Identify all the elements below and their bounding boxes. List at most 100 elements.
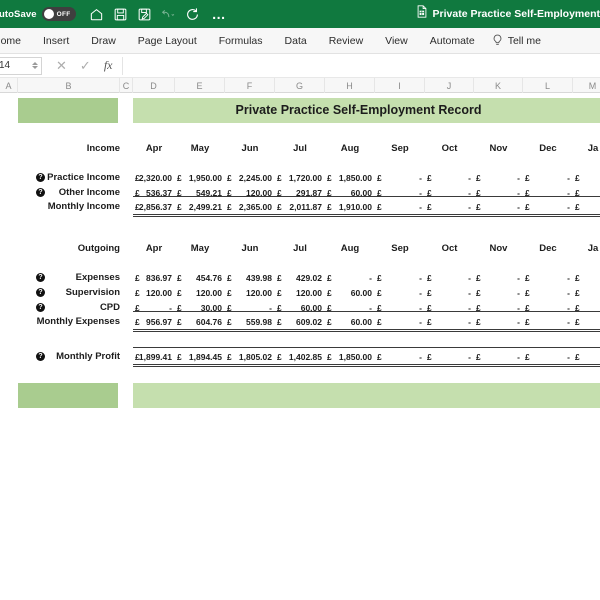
column-header-a[interactable]: A — [0, 78, 18, 93]
undo-icon[interactable] — [161, 7, 176, 22]
data-cell[interactable]: £ - — [425, 350, 474, 363]
data-cell[interactable]: £ — [573, 200, 600, 213]
data-cell[interactable]: £120.00 — [225, 286, 275, 299]
data-cell[interactable]: £ - — [523, 350, 573, 363]
ribbon-tab-formulas[interactable]: Formulas — [208, 28, 274, 54]
data-cell[interactable]: £ - — [523, 186, 573, 199]
data-cell[interactable]: £ - — [375, 186, 425, 199]
data-cell[interactable]: £ — [573, 350, 600, 363]
data-cell[interactable]: £ - — [474, 171, 523, 184]
data-cell[interactable]: £ - — [474, 186, 523, 199]
column-header-i[interactable]: I — [375, 78, 425, 93]
data-cell[interactable]: £60.00 — [325, 186, 375, 199]
data-cell[interactable]: £ - — [474, 350, 523, 363]
document-title[interactable]: Private Practice Self-Employment — [416, 0, 600, 28]
data-cell[interactable]: £549.21 — [175, 186, 225, 199]
confirm-entry-icon[interactable]: ✓ — [80, 59, 91, 72]
data-cell[interactable]: £120.00 — [175, 286, 225, 299]
data-cell[interactable]: £ - — [474, 200, 523, 213]
data-cell[interactable]: £956.97 — [133, 315, 175, 328]
data-cell[interactable]: £ — [573, 186, 600, 199]
ribbon-tab-insert[interactable]: Insert — [32, 28, 80, 54]
data-cell[interactable]: £536.37 — [133, 186, 175, 199]
data-cell[interactable]: £ - — [523, 286, 573, 299]
data-cell[interactable]: £ - — [474, 286, 523, 299]
data-cell[interactable]: £2,499.21 — [175, 200, 225, 213]
data-cell[interactable]: £ - — [225, 301, 275, 314]
data-cell[interactable]: £ - — [425, 186, 474, 199]
column-header-h[interactable]: H — [325, 78, 375, 93]
ribbon-tab-page-layout[interactable]: Page Layout — [127, 28, 208, 54]
autosave-toggle[interactable]: OFF — [41, 7, 76, 21]
data-cell[interactable]: £2,011.87 — [275, 200, 325, 213]
data-cell[interactable]: £ - — [375, 350, 425, 363]
column-header-k[interactable]: K — [474, 78, 523, 93]
column-header-d[interactable]: D — [133, 78, 175, 93]
data-cell[interactable]: £291.87 — [275, 186, 325, 199]
column-header-e[interactable]: E — [175, 78, 225, 93]
data-cell[interactable]: £ - — [425, 301, 474, 314]
data-cell[interactable]: £ — [573, 171, 600, 184]
column-header-j[interactable]: J — [425, 78, 474, 93]
data-cell[interactable]: £ - — [474, 315, 523, 328]
data-cell[interactable]: £836.97 — [133, 271, 175, 284]
data-cell[interactable]: £ - — [375, 200, 425, 213]
data-cell[interactable]: £2,245.00 — [225, 171, 275, 184]
insert-function-icon[interactable]: fx — [104, 58, 113, 73]
save-icon[interactable] — [113, 7, 128, 22]
data-cell[interactable]: £1,950.00 — [175, 171, 225, 184]
column-header-f[interactable]: F — [225, 78, 275, 93]
data-cell[interactable]: £ - — [375, 271, 425, 284]
data-cell[interactable]: £ - — [425, 171, 474, 184]
data-cell[interactable]: £ — [573, 315, 600, 328]
redo-icon[interactable] — [185, 7, 200, 22]
data-cell[interactable]: £60.00 — [325, 286, 375, 299]
column-header-m[interactable]: M — [573, 78, 600, 93]
data-cell[interactable]: £1,850.00 — [325, 171, 375, 184]
column-header-l[interactable]: L — [523, 78, 573, 93]
tell-me-button[interactable]: Tell me — [486, 28, 541, 54]
data-cell[interactable]: £ - — [523, 200, 573, 213]
data-cell[interactable]: £1,850.00 — [325, 350, 375, 363]
ribbon-tab-review[interactable]: Review — [318, 28, 374, 54]
data-cell[interactable]: £ - — [375, 301, 425, 314]
data-cell[interactable]: £ - — [375, 171, 425, 184]
data-cell[interactable]: £1,805.02 — [225, 350, 275, 363]
data-cell[interactable]: £1,894.45 — [175, 350, 225, 363]
data-cell[interactable]: £ - — [325, 271, 375, 284]
data-cell[interactable]: £120.00 — [133, 286, 175, 299]
spreadsheet-grid[interactable]: Private Practice Self-Employment Record I… — [0, 93, 600, 564]
data-cell[interactable]: £60.00 — [325, 315, 375, 328]
data-cell[interactable]: £ - — [425, 286, 474, 299]
ribbon-tab-automate[interactable]: Automate — [419, 28, 486, 54]
data-cell[interactable]: £1,899.41 — [133, 350, 175, 363]
data-cell[interactable]: £120.00 — [225, 186, 275, 199]
name-box-spinner[interactable] — [32, 62, 38, 69]
autosave-control[interactable]: AutoSave OFF — [0, 7, 76, 21]
data-cell[interactable]: £604.76 — [175, 315, 225, 328]
data-cell[interactable]: £ - — [425, 200, 474, 213]
data-cell[interactable]: £ - — [523, 271, 573, 284]
data-cell[interactable]: £454.76 — [175, 271, 225, 284]
data-cell[interactable]: £ - — [425, 315, 474, 328]
data-cell[interactable]: £ - — [325, 301, 375, 314]
data-cell[interactable]: £ — [573, 286, 600, 299]
ribbon-tab-home[interactable]: Home — [0, 28, 32, 54]
column-header-c[interactable]: C — [120, 78, 133, 93]
data-cell[interactable]: £120.00 — [275, 286, 325, 299]
save-as-icon[interactable] — [137, 7, 152, 22]
data-cell[interactable]: £60.00 — [275, 301, 325, 314]
data-cell[interactable]: £ - — [523, 315, 573, 328]
ribbon-tab-draw[interactable]: Draw — [80, 28, 127, 54]
data-cell[interactable]: £1,720.00 — [275, 171, 325, 184]
data-cell[interactable]: £2,320.00 — [133, 171, 175, 184]
data-cell[interactable]: £ - — [523, 171, 573, 184]
ribbon-tab-view[interactable]: View — [374, 28, 419, 54]
data-cell[interactable]: £ — [573, 271, 600, 284]
data-cell[interactable]: £1,910.00 — [325, 200, 375, 213]
data-cell[interactable]: £ - — [425, 271, 474, 284]
data-cell[interactable]: £ - — [523, 301, 573, 314]
data-cell[interactable]: £1,402.85 — [275, 350, 325, 363]
data-cell[interactable]: £ - — [474, 271, 523, 284]
data-cell[interactable]: £ - — [375, 315, 425, 328]
